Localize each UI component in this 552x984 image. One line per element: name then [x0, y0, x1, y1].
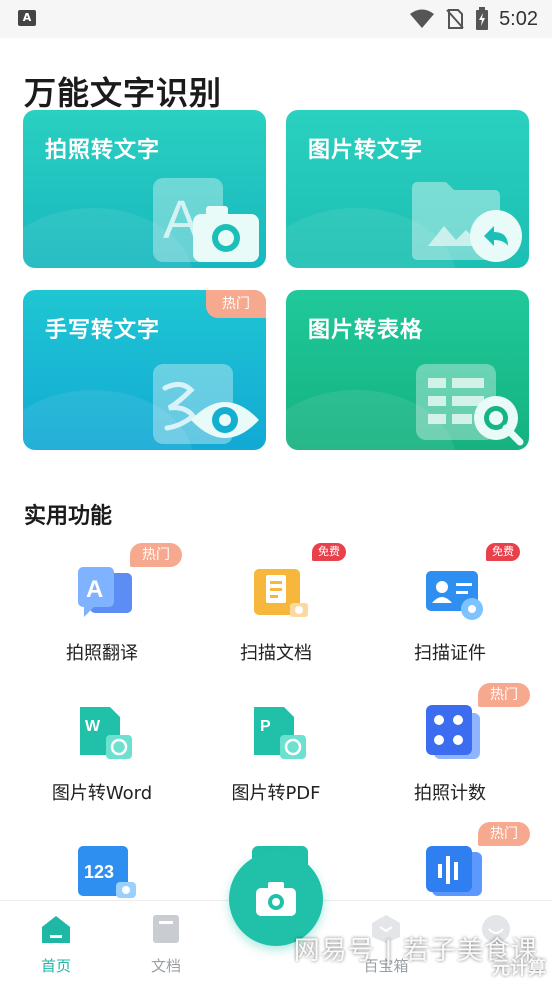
- hot-badge: 热门: [478, 683, 530, 707]
- card-image-to-text[interactable]: 图片转文字: [286, 110, 529, 268]
- free-badge: 免费: [486, 543, 520, 561]
- feature-label: 扫描文档: [240, 643, 312, 664]
- number-recognition-icon: 123: [78, 846, 136, 898]
- audio-to-text-icon: [426, 846, 482, 896]
- svg-text:123: 123: [84, 862, 114, 882]
- card-handwriting-to-text[interactable]: 手写转文字 热门: [23, 290, 266, 450]
- photo-translate-icon: A: [78, 567, 132, 617]
- home-icon: [42, 916, 70, 943]
- svg-text:W: W: [85, 718, 101, 735]
- no-sim-icon: [446, 9, 464, 29]
- status-bar: A 5:02: [0, 0, 552, 38]
- feature-photo-count[interactable]: 热门 拍照计数: [360, 683, 540, 813]
- clock: 5:02: [499, 7, 538, 30]
- svg-text:P: P: [260, 718, 271, 735]
- feature-scan-document[interactable]: 免费 扫描文档: [186, 543, 366, 673]
- feature-image-to-word[interactable]: W 图片转Word: [12, 683, 192, 813]
- image-to-table-icon: [416, 364, 524, 446]
- watermark-subtext: 元计算: [492, 958, 546, 979]
- card-label: 图片转表格: [308, 318, 424, 343]
- photo-count-icon: [426, 705, 480, 759]
- feature-photo-translate[interactable]: 热门 A 拍照翻译: [12, 543, 192, 673]
- card-label: 拍照转文字: [45, 138, 161, 163]
- feature-scan-id[interactable]: 免费 扫描证件: [360, 543, 540, 673]
- document-icon: [153, 915, 179, 943]
- camera-icon: [256, 882, 296, 916]
- card-label: 手写转文字: [45, 318, 161, 343]
- card-image-to-table[interactable]: 图片转表格: [286, 290, 529, 450]
- svg-text:A: A: [86, 576, 103, 603]
- photo-to-text-icon: A: [153, 178, 259, 262]
- tab-label: 文档: [150, 957, 181, 975]
- card-photo-to-text[interactable]: 拍照转文字 A: [23, 110, 266, 268]
- scan-id-icon: [426, 571, 483, 620]
- feature-label: 图片转Word: [51, 783, 153, 804]
- feature-label: 拍照计数: [414, 783, 486, 804]
- hot-badge: 热门: [130, 543, 182, 567]
- hot-badge: 热门: [478, 822, 530, 846]
- tab-label: 首页: [40, 957, 71, 975]
- feature-label: 图片转PDF: [231, 783, 321, 804]
- page-title: 万能文字识别: [24, 74, 223, 112]
- tab-home[interactable]: 首页: [6, 901, 106, 984]
- tab-documents[interactable]: 文档: [116, 901, 216, 984]
- battery-charging-icon: [476, 7, 489, 30]
- feature-image-to-pdf[interactable]: P 图片转PDF: [186, 683, 366, 813]
- free-badge: 免费: [312, 543, 346, 561]
- image-to-pdf-icon: P: [254, 707, 306, 759]
- wifi-icon: [410, 9, 435, 28]
- hot-badge: 热门: [206, 290, 266, 318]
- scan-document-icon: [254, 569, 308, 617]
- image-to-text-icon: [412, 182, 522, 262]
- status-icons: 5:02: [409, 6, 538, 32]
- feature-label: 扫描证件: [414, 643, 486, 664]
- app-notification-icon: A: [18, 10, 36, 26]
- feature-label: 拍照翻译: [66, 643, 138, 664]
- card-label: 图片转文字: [308, 138, 424, 163]
- image-to-word-icon: W: [80, 707, 132, 759]
- section-title: 实用功能: [24, 504, 113, 529]
- handwriting-to-text-icon: [153, 364, 259, 444]
